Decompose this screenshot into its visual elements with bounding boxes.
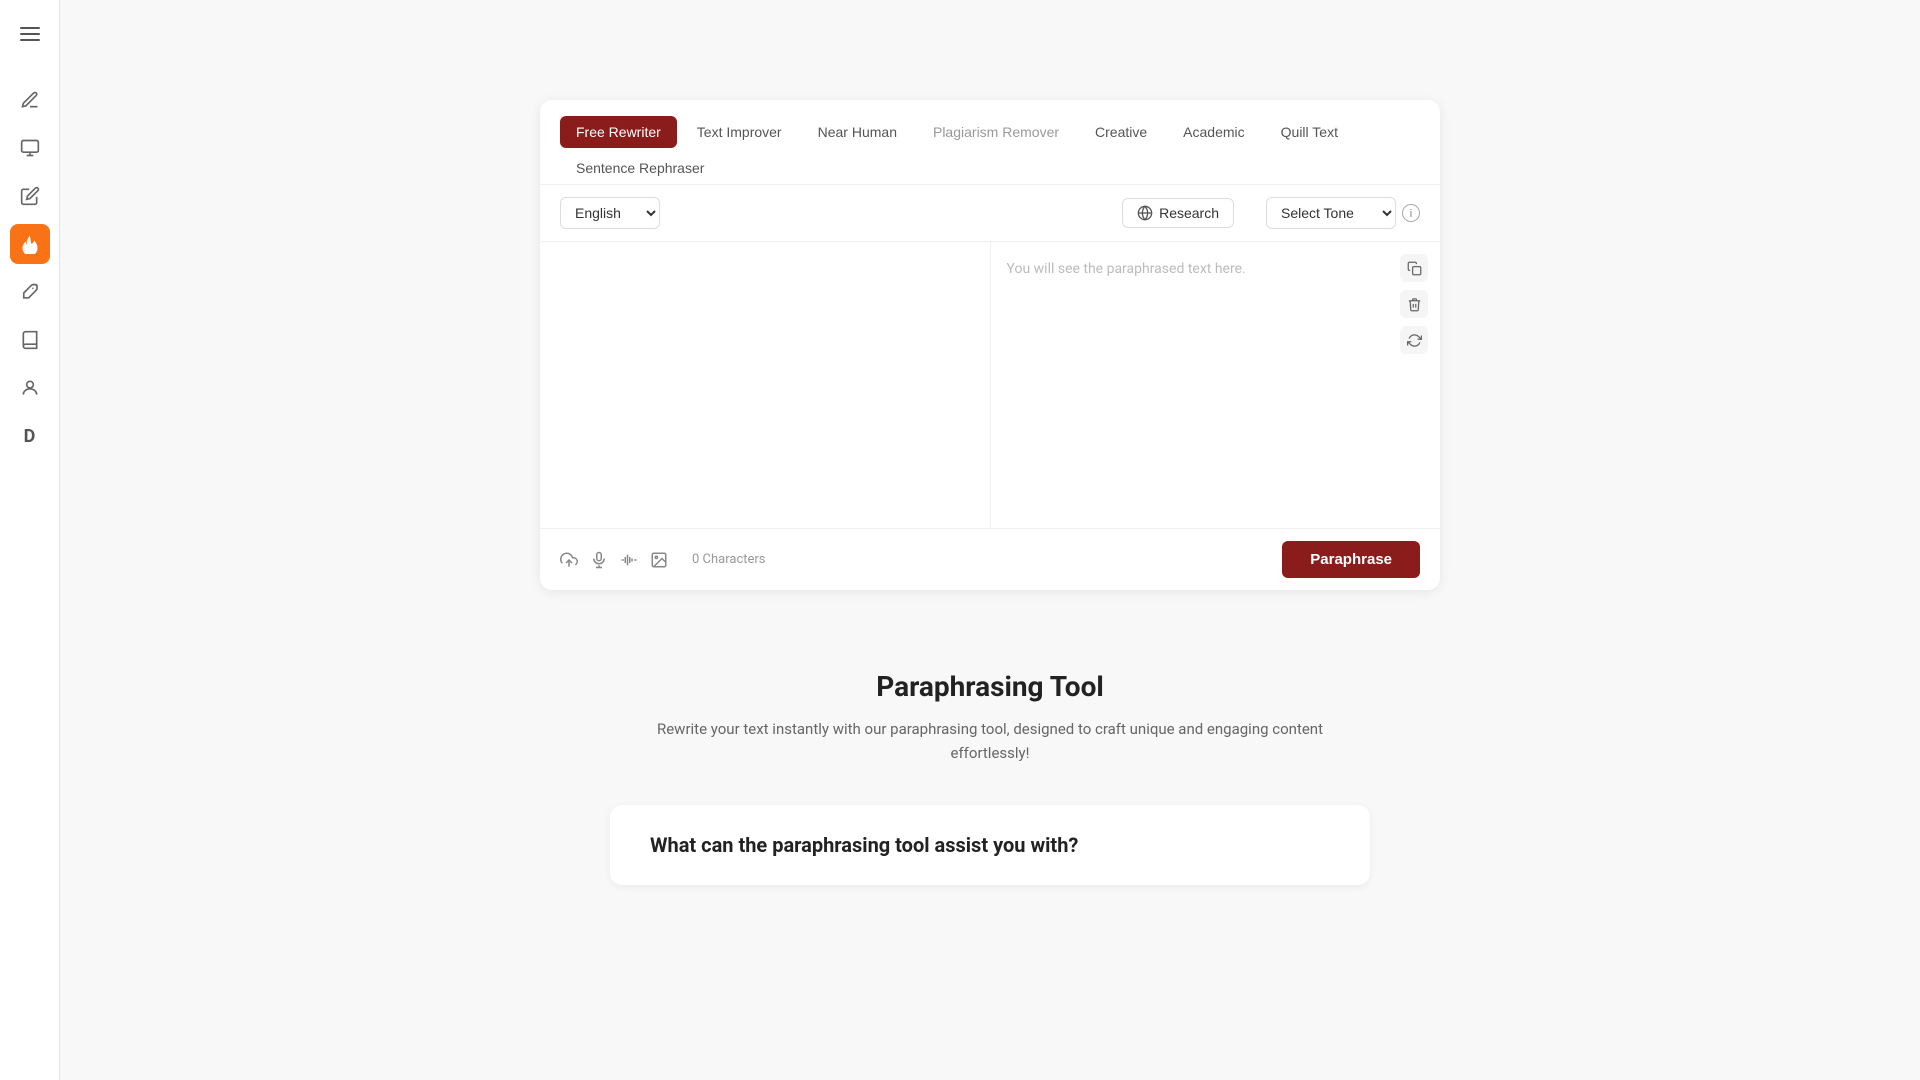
- refresh-button[interactable]: [1400, 326, 1428, 354]
- flame-icon[interactable]: [10, 224, 50, 264]
- tabs-row: Free Rewriter Text Improver Near Human P…: [540, 100, 1440, 185]
- paraphrase-button[interactable]: Paraphrase: [1282, 541, 1420, 578]
- paraphrasing-tool-title: Paraphrasing Tool: [630, 670, 1350, 703]
- main-content: Free Rewriter Text Improver Near Human P…: [60, 0, 1920, 1080]
- info-section: Paraphrasing Tool Rewrite your text inst…: [610, 630, 1370, 785]
- pen-icon[interactable]: [10, 272, 50, 312]
- copy-icon: [1407, 261, 1422, 276]
- person-icon[interactable]: [10, 368, 50, 408]
- tab-academic[interactable]: Academic: [1167, 116, 1260, 148]
- d-label-icon[interactable]: D: [10, 416, 50, 456]
- char-count: 0 Characters: [692, 552, 766, 567]
- controls-row: English Spanish French German Research S…: [540, 185, 1440, 242]
- editor-area: You will see the paraphrased text here.: [540, 242, 1440, 528]
- globe-icon: [1137, 205, 1153, 221]
- sub-card: What can the paraphrasing tool assist yo…: [610, 805, 1370, 885]
- tab-creative[interactable]: Creative: [1079, 116, 1163, 148]
- bottom-icons: [560, 551, 668, 569]
- mic-icon[interactable]: [590, 551, 608, 569]
- tab-sentence-rephraser[interactable]: Sentence Rephraser: [560, 152, 720, 184]
- waveform-icon[interactable]: [620, 551, 638, 569]
- menu-button[interactable]: [12, 16, 48, 52]
- paraphrasing-tool-description: Rewrite your text instantly with our par…: [630, 717, 1350, 765]
- output-pane: You will see the paraphrased text here.: [991, 242, 1441, 528]
- tone-info-icon[interactable]: i: [1402, 204, 1420, 222]
- upload-icon[interactable]: [560, 551, 578, 569]
- tab-plagiarism-remover[interactable]: Plagiarism Remover: [917, 116, 1075, 148]
- refresh-icon: [1407, 333, 1422, 348]
- sub-card-title: What can the paraphrasing tool assist yo…: [650, 833, 1330, 857]
- sidebar: D: [0, 0, 60, 1080]
- input-pane: [540, 242, 991, 528]
- tone-select-wrap: Select Tone Formal Informal Professional…: [1266, 197, 1420, 229]
- research-button[interactable]: Research: [1122, 198, 1234, 228]
- output-actions: [1400, 254, 1428, 354]
- trash-icon: [1407, 297, 1422, 312]
- output-placeholder-text: You will see the paraphrased text here.: [1007, 258, 1425, 280]
- copy-button[interactable]: [1400, 254, 1428, 282]
- tool-card: Free Rewriter Text Improver Near Human P…: [540, 100, 1440, 590]
- book-icon[interactable]: [10, 320, 50, 360]
- input-textarea[interactable]: [556, 258, 974, 508]
- tab-near-human[interactable]: Near Human: [802, 116, 913, 148]
- monitor-icon[interactable]: [10, 128, 50, 168]
- tab-quill-text[interactable]: Quill Text: [1265, 116, 1354, 148]
- research-label: Research: [1159, 205, 1219, 221]
- tone-select[interactable]: Select Tone Formal Informal Professional…: [1266, 197, 1396, 229]
- delete-button[interactable]: [1400, 290, 1428, 318]
- image-icon[interactable]: [650, 551, 668, 569]
- bottom-bar: 0 Characters Paraphrase: [540, 528, 1440, 590]
- tab-text-improver[interactable]: Text Improver: [681, 116, 798, 148]
- language-select[interactable]: English Spanish French German: [560, 197, 660, 229]
- tab-free-rewriter[interactable]: Free Rewriter: [560, 116, 677, 148]
- pencil-icon[interactable]: [10, 80, 50, 120]
- edit-icon[interactable]: [10, 176, 50, 216]
